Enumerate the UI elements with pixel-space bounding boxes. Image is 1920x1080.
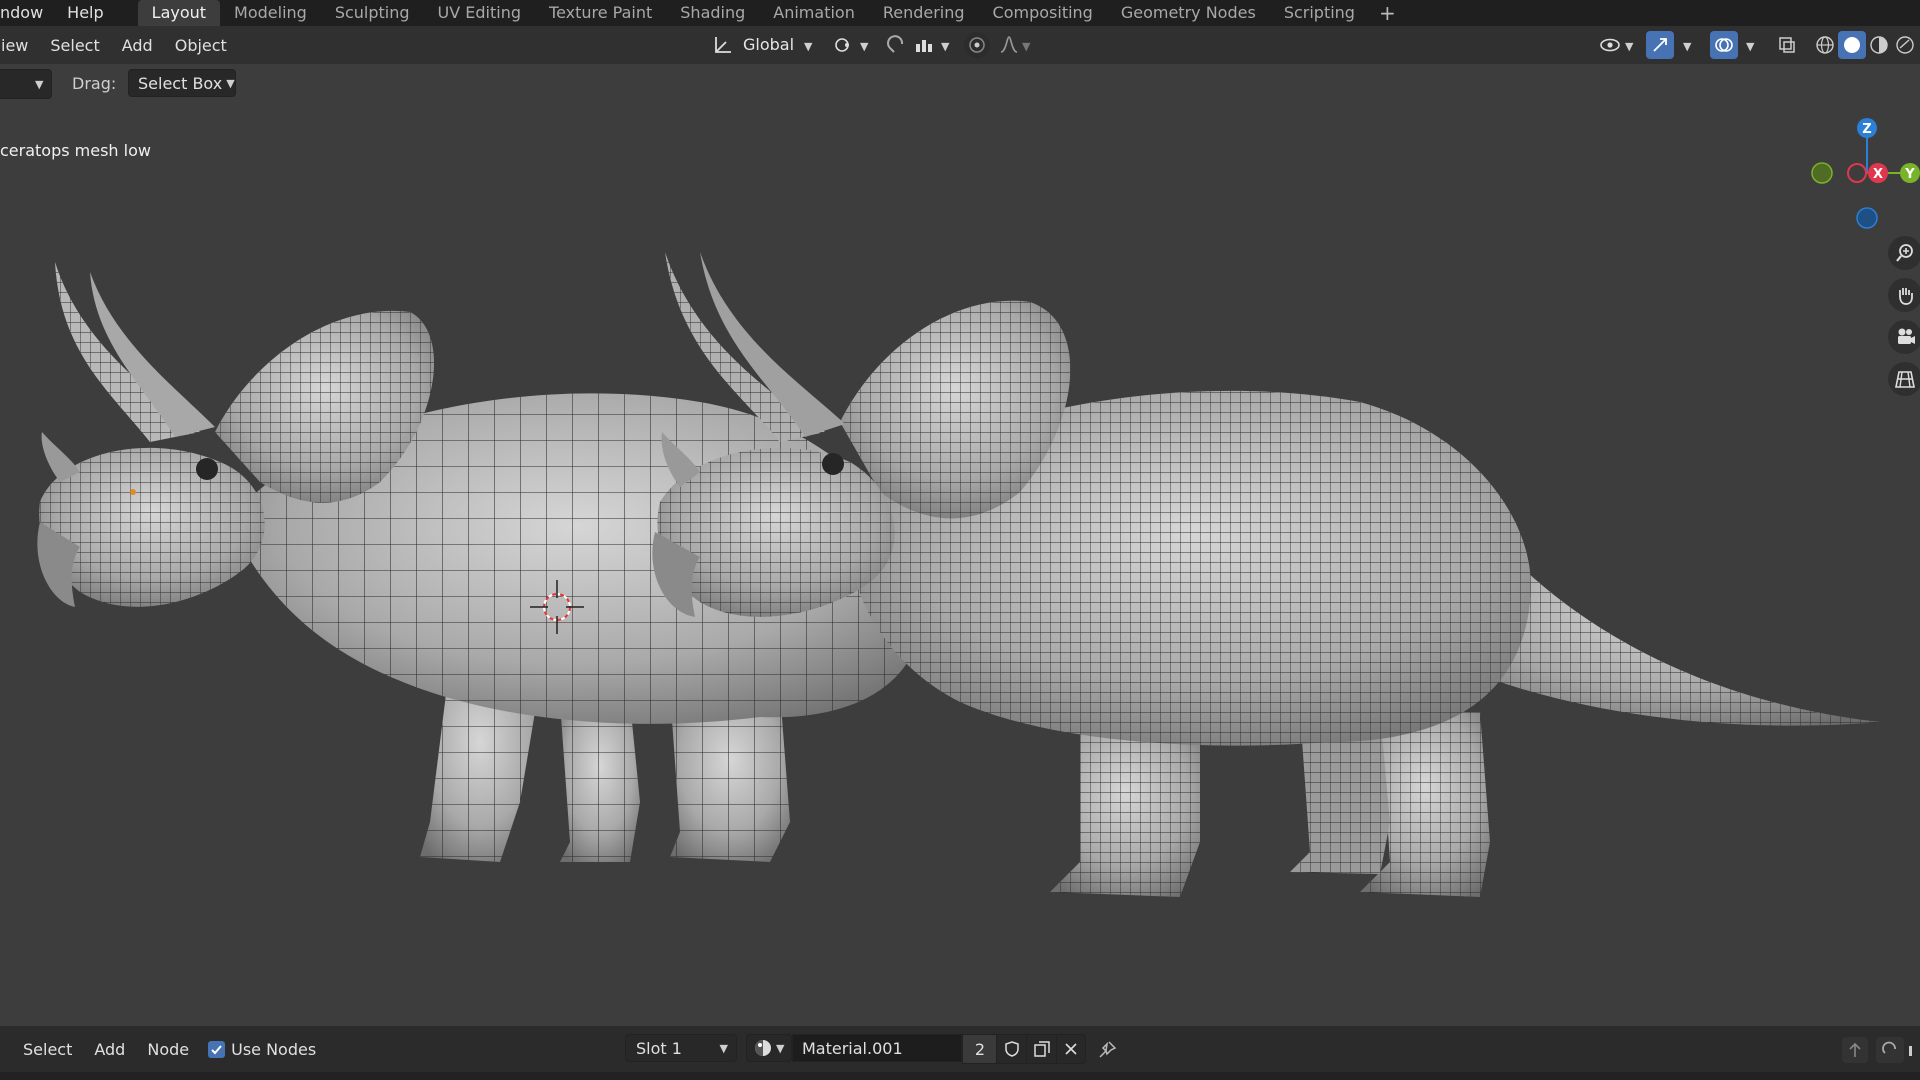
unlink-material-button[interactable] bbox=[1056, 1034, 1086, 1064]
menu-object[interactable]: Object bbox=[164, 36, 238, 55]
chevron-down-icon[interactable]: ▼ bbox=[804, 40, 812, 53]
hand-pan-icon[interactable] bbox=[1888, 278, 1920, 312]
proportional-editing-icon[interactable] bbox=[964, 32, 990, 58]
snap-options-icon[interactable] bbox=[1906, 1037, 1920, 1063]
slot-value: Slot 1 bbox=[636, 1038, 682, 1058]
bottom-strip bbox=[0, 1072, 1920, 1080]
tab-layout[interactable]: Layout bbox=[137, 0, 221, 26]
tab-texture-paint[interactable]: Texture Paint bbox=[535, 0, 666, 26]
snap-magnet-icon[interactable] bbox=[882, 32, 910, 58]
axis-x-label: X bbox=[1873, 167, 1883, 182]
drag-label: Drag: bbox=[72, 74, 117, 93]
menu-node[interactable]: Node bbox=[136, 1040, 200, 1059]
tool-settings-row: ▼ Drag: Select Box ▼ bbox=[0, 64, 1920, 102]
material-browse-button[interactable]: ▼ bbox=[746, 1034, 792, 1062]
axis-y-label: Y bbox=[1904, 167, 1915, 182]
add-workspace-button[interactable]: + bbox=[1369, 1, 1406, 25]
snap-increment-icon[interactable] bbox=[910, 32, 938, 58]
gizmo-toggle-icon[interactable] bbox=[1646, 31, 1674, 59]
tab-sculpting[interactable]: Sculpting bbox=[321, 0, 424, 26]
axis-z-label: Z bbox=[1862, 122, 1871, 137]
grid-ortho-icon[interactable] bbox=[1888, 362, 1920, 396]
use-nodes-toggle[interactable]: Use Nodes bbox=[208, 1040, 316, 1059]
duplicate-icon bbox=[1034, 1041, 1050, 1057]
fake-user-button[interactable] bbox=[996, 1034, 1028, 1064]
chevron-down-icon: ▼ bbox=[719, 1041, 728, 1055]
visibility-eye-icon[interactable] bbox=[1596, 32, 1624, 58]
tab-animation[interactable]: Animation bbox=[759, 0, 869, 26]
select-mode-dropdown[interactable]: ▼ bbox=[0, 69, 52, 99]
chevron-down-icon: ▼ bbox=[226, 76, 235, 90]
tab-uv-editing[interactable]: UV Editing bbox=[424, 0, 535, 26]
chevron-down-icon: ▼ bbox=[35, 77, 44, 91]
material-name-value: Material.001 bbox=[802, 1038, 903, 1058]
close-icon bbox=[1065, 1043, 1077, 1055]
shading-rendered-icon[interactable] bbox=[1892, 32, 1918, 58]
drag-select-dropdown[interactable]: Select Box ▼ bbox=[128, 69, 236, 97]
chevron-down-icon[interactable]: ▼ bbox=[1625, 40, 1633, 53]
chevron-down-icon[interactable]: ▼ bbox=[1683, 40, 1691, 53]
menu-add[interactable]: Add bbox=[111, 36, 164, 55]
falloff-curve-icon[interactable] bbox=[996, 32, 1022, 58]
material-sphere-icon bbox=[755, 1040, 771, 1056]
shield-icon bbox=[1005, 1041, 1019, 1057]
xray-toggle-icon[interactable] bbox=[1774, 32, 1800, 58]
shading-wireframe-icon[interactable] bbox=[1812, 32, 1838, 58]
menu-view[interactable]: iew bbox=[0, 36, 39, 55]
tab-geometry-nodes[interactable]: Geometry Nodes bbox=[1107, 0, 1270, 26]
material-user-count[interactable]: 2 bbox=[962, 1034, 998, 1064]
menu-select[interactable]: Select bbox=[39, 36, 110, 55]
pin-icon[interactable] bbox=[1094, 1037, 1120, 1063]
menu-select[interactable]: Select bbox=[12, 1040, 83, 1059]
menu-add[interactable]: Add bbox=[83, 1040, 136, 1059]
checkmark-icon bbox=[208, 1040, 226, 1058]
use-nodes-label: Use Nodes bbox=[231, 1039, 317, 1059]
axis-neg-x-icon[interactable] bbox=[1847, 163, 1867, 183]
top-bar: ndow Help Layout Modeling Sculpting UV E… bbox=[0, 0, 1920, 26]
chevron-down-icon[interactable]: ▼ bbox=[941, 40, 949, 53]
tab-scripting[interactable]: Scripting bbox=[1270, 0, 1369, 26]
parent-node-tree-icon[interactable] bbox=[1842, 1037, 1868, 1063]
transform-orientation-icon bbox=[710, 32, 736, 58]
chevron-down-icon[interactable]: ▼ bbox=[860, 40, 868, 53]
axis-neg-z-icon[interactable] bbox=[1856, 207, 1878, 229]
overlays-icon[interactable] bbox=[1710, 31, 1738, 59]
menu-help[interactable]: Help bbox=[55, 0, 115, 26]
shading-material-icon[interactable] bbox=[1866, 32, 1892, 58]
axis-neg-y-icon[interactable] bbox=[1811, 162, 1833, 184]
tab-shading[interactable]: Shading bbox=[666, 0, 759, 26]
material-name-field[interactable]: Material.001 bbox=[792, 1034, 962, 1062]
drag-select-value: Select Box bbox=[138, 73, 223, 93]
navigation-gizmo[interactable]: Z X Y bbox=[1800, 112, 1920, 242]
tab-modeling[interactable]: Modeling bbox=[220, 0, 321, 26]
pivot-point-icon[interactable] bbox=[830, 32, 858, 58]
new-material-button[interactable] bbox=[1026, 1034, 1058, 1064]
slot-dropdown[interactable]: Slot 1 ▼ bbox=[625, 1034, 737, 1062]
chevron-down-icon[interactable]: ▼ bbox=[1746, 40, 1754, 53]
user-count-value: 2 bbox=[974, 1039, 986, 1059]
chevron-down-icon: ▼ bbox=[776, 1041, 785, 1055]
transform-orientation-select[interactable]: Global bbox=[743, 35, 794, 54]
camera-icon[interactable] bbox=[1888, 320, 1920, 354]
menu-window[interactable]: ndow bbox=[0, 0, 55, 26]
snap-magnet-icon[interactable] bbox=[1876, 1037, 1904, 1063]
zoom-icon[interactable] bbox=[1888, 236, 1920, 270]
shading-solid-icon[interactable] bbox=[1838, 31, 1866, 59]
viewport-scene[interactable] bbox=[0, 102, 1920, 1027]
triceratops-high-mesh[interactable] bbox=[652, 252, 1880, 897]
tab-compositing[interactable]: Compositing bbox=[979, 0, 1107, 26]
tab-rendering[interactable]: Rendering bbox=[869, 0, 979, 26]
chevron-down-icon[interactable]: ▼ bbox=[1022, 40, 1030, 53]
